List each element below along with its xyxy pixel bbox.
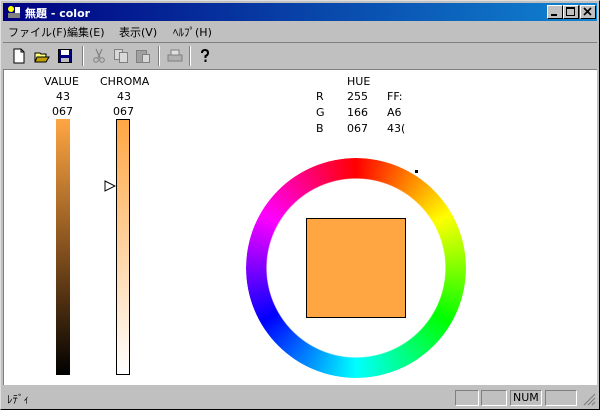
chroma-number: 43 [117, 90, 131, 103]
help-button[interactable] [195, 46, 215, 66]
new-button[interactable] [9, 46, 29, 66]
new-icon [13, 48, 25, 64]
menu-help[interactable]: ﾍﾙﾌﾟ(H) [173, 24, 212, 40]
open-icon [34, 52, 50, 63]
toolbar [3, 42, 597, 70]
rgb-dec-r: 255 [347, 90, 368, 103]
paste-button[interactable] [133, 46, 153, 66]
status-pane [455, 390, 479, 406]
status-bar: ﾚﾃﾞｨ NUM [3, 388, 597, 408]
hue-marker[interactable] [415, 170, 418, 173]
chroma-label: CHROMA [100, 75, 150, 88]
app-icon [8, 6, 20, 18]
chroma-marker-icon[interactable] [104, 179, 116, 192]
close-button[interactable] [580, 5, 596, 19]
rgb-hex-g: A6 [387, 106, 402, 119]
rgb-dec-g: 166 [347, 106, 368, 119]
rgb-channel-g: G [316, 106, 325, 119]
help-icon [201, 48, 210, 62]
color-swatch [306, 218, 406, 318]
canvas-area: VALUE 43 067 CHROMA 43 067 HUE R 255 FF:… [3, 69, 597, 385]
status-pane [545, 390, 577, 406]
menu-edit[interactable]: 編集(E) [67, 24, 105, 40]
window-title: 無題 - color [25, 7, 91, 20]
value-label: VALUE [44, 75, 79, 88]
title-bar: 無題 - color [3, 3, 597, 21]
cut-icon [93, 48, 105, 63]
rgb-hex-b: 43( [387, 122, 406, 135]
maximize-icon [566, 7, 575, 16]
rgb-channel-r: R [316, 90, 324, 103]
toolbar-separator [189, 46, 191, 66]
resize-grip-icon[interactable] [582, 392, 596, 406]
copy-icon [114, 49, 128, 63]
save-icon [58, 49, 72, 63]
cut-button[interactable] [89, 46, 109, 66]
status-pane [481, 390, 507, 406]
maximize-button[interactable] [563, 5, 579, 19]
toolbar-separator [158, 46, 160, 66]
paste-icon [136, 50, 150, 63]
print-button[interactable] [165, 46, 185, 66]
print-icon [167, 49, 183, 62]
close-icon [583, 7, 592, 16]
menu-bar: ファイル(F) 編集(E) 表示(V) ﾍﾙﾌﾟ(H) [3, 22, 597, 40]
app-window: 無題 - color ファイル(F) 編集(E) 表示(V) ﾍﾙﾌﾟ(H) V… [0, 0, 600, 410]
menu-view[interactable]: 表示(V) [119, 24, 157, 40]
value-number: 43 [56, 90, 70, 103]
chroma-code: 067 [113, 105, 134, 118]
status-text: ﾚﾃﾞｨ [7, 393, 29, 406]
rgb-channel-b: B [316, 122, 324, 135]
copy-button[interactable] [111, 46, 131, 66]
value-scale-bar[interactable] [56, 119, 70, 375]
minimize-icon [551, 14, 557, 16]
num-lock-indicator: NUM [510, 390, 542, 406]
chroma-scale-bar[interactable] [116, 119, 130, 375]
toolbar-separator [82, 46, 84, 66]
open-button[interactable] [32, 46, 52, 66]
hue-label: HUE [347, 75, 371, 88]
value-code: 067 [52, 105, 73, 118]
minimize-button[interactable] [547, 5, 563, 19]
menu-file[interactable]: ファイル(F) [8, 24, 67, 40]
save-button[interactable] [55, 46, 75, 66]
rgb-hex-r: FF: [387, 90, 403, 103]
rgb-dec-b: 067 [347, 122, 368, 135]
